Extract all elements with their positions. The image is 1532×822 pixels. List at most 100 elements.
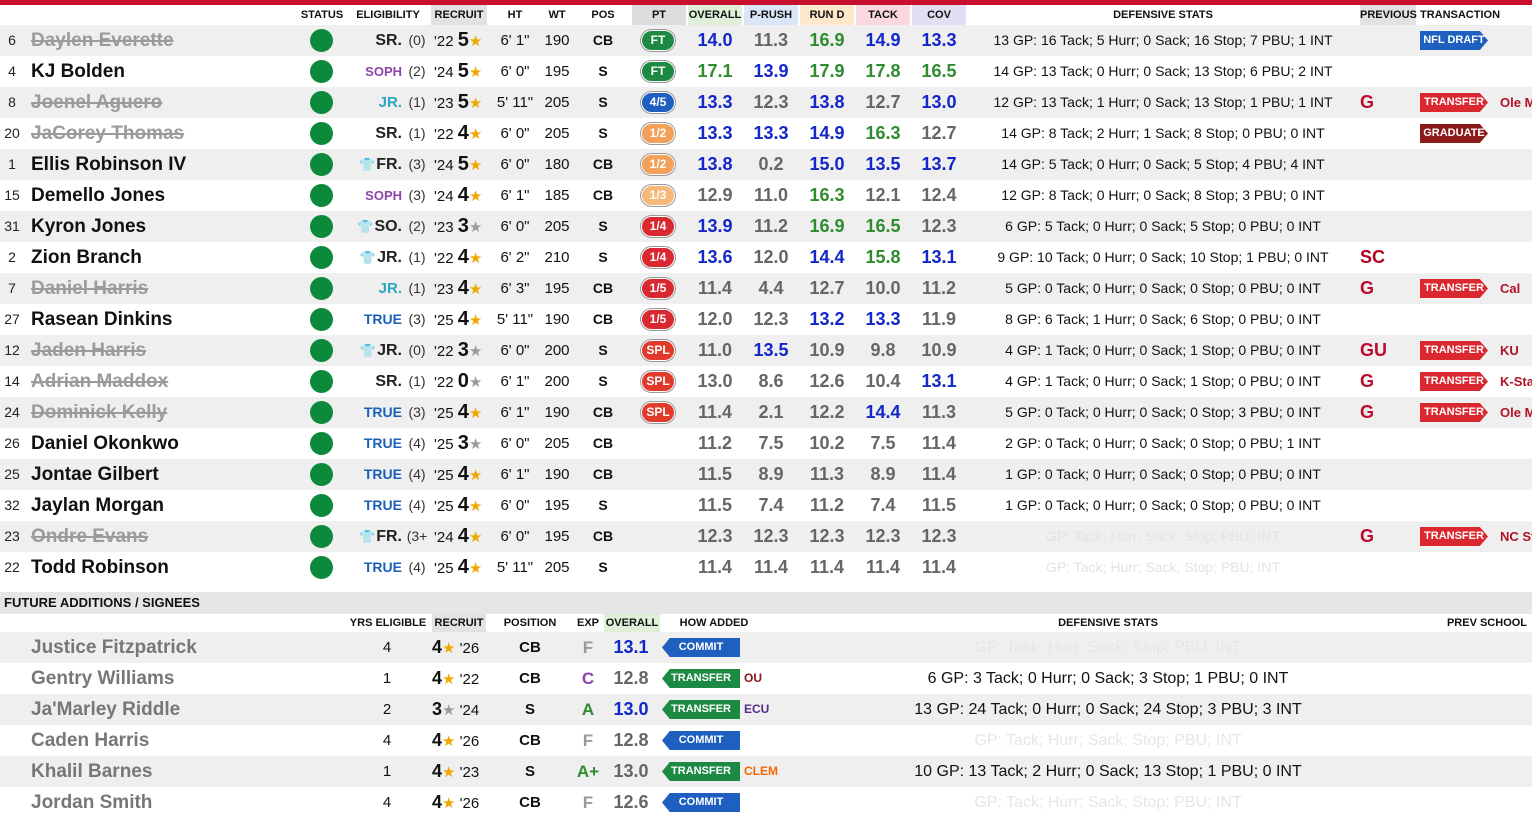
- player-row[interactable]: 25 Jontae Gilbert TRUE (4) '25 4★ 6' 1" 190 CB 1…: [0, 459, 1532, 490]
- player-row[interactable]: 6 Daylen Everette SR. (0) '22 5★ 6' 1" 190 CB FT…: [0, 25, 1532, 56]
- transaction-badge[interactable]: TRANSFER: [1420, 279, 1488, 298]
- eligibility-class: TRUE: [363, 404, 402, 420]
- player-name[interactable]: Todd Robinson: [31, 552, 169, 583]
- player-row[interactable]: 4 KJ Bolden SOPH (2) '24 5★ 6' 0" 195 S FT 17.1 13…: [0, 56, 1532, 87]
- header-how-added[interactable]: HOW ADDED: [662, 614, 766, 632]
- pass-rush-grade: 8.6: [758, 371, 784, 391]
- player-name[interactable]: Daniel Okonkwo: [31, 428, 179, 459]
- player-name[interactable]: Jontae Gilbert: [31, 459, 159, 490]
- player-name[interactable]: Daniel Harris: [31, 273, 148, 304]
- player-row[interactable]: 7 Daniel Harris JR. (1) '23 4★ 6' 3" 195 CB 1/5 1…: [0, 273, 1532, 304]
- player-name[interactable]: Adrian Maddox: [31, 366, 168, 397]
- transaction-badge[interactable]: NFL DRAFT: [1420, 31, 1488, 50]
- future-row[interactable]: Justice Fitzpatrick 4 4★ '26 CB F 13.1 COMMIT G…: [0, 632, 1532, 663]
- player-name[interactable]: KJ Bolden: [31, 56, 125, 87]
- player-row[interactable]: 15 Demello Jones SOPH (3) '24 4★ 6' 1" 185 CB 1/…: [0, 180, 1532, 211]
- player-row[interactable]: 24 Dominick Kelly TRUE (3) '25 4★ 6' 1" 190 CB S…: [0, 397, 1532, 428]
- header-position[interactable]: POSITION: [498, 614, 562, 632]
- header-pos[interactable]: POS: [586, 5, 620, 25]
- future-row[interactable]: Jordan Smith 4 4★ '26 CB F 12.6 COMMIT GP: Tack…: [0, 787, 1532, 818]
- player-row[interactable]: 23 Ondre Evans 👕FR. (3+ '24 4★ 6' 0" 195 CB 12.3…: [0, 521, 1532, 552]
- player-row[interactable]: 22 Todd Robinson TRUE (4) '25 4★ 5' 11" 205 S 11…: [0, 552, 1532, 583]
- future-player-name[interactable]: Ja'Marley Riddle: [31, 694, 180, 725]
- how-added-badge[interactable]: COMMIT: [662, 731, 740, 750]
- player-name[interactable]: JaCorey Thomas: [31, 118, 184, 149]
- transaction-badge[interactable]: TRANSFER: [1420, 403, 1488, 422]
- header-rund[interactable]: RUN D: [800, 5, 854, 25]
- player-row[interactable]: 26 Daniel Okonkwo TRUE (4) '25 3★ 6' 0" 205 CB 1…: [0, 428, 1532, 459]
- jersey-number: 6: [8, 32, 16, 48]
- transaction-badge[interactable]: TRANSFER: [1420, 341, 1488, 360]
- player-row[interactable]: 12 Jaden Harris 👕JR. (0) '22 3★ 6' 0" 200 S SPL 1…: [0, 335, 1532, 366]
- transaction-badge[interactable]: TRANSFER: [1420, 372, 1488, 391]
- player-row[interactable]: 27 Rasean Dinkins TRUE (3) '25 4★ 5' 11" 190 CB…: [0, 304, 1532, 335]
- player-row[interactable]: 8 Joenel Aguero JR. (1) '23 5★ 5' 11" 205 S 4/5 1…: [0, 87, 1532, 118]
- how-added-badge[interactable]: TRANSFER: [662, 762, 740, 781]
- header-overall[interactable]: OVERALL: [688, 5, 742, 25]
- header-recruit[interactable]: RECRUIT: [431, 5, 487, 25]
- header-wt[interactable]: WT: [540, 5, 574, 25]
- header-tack[interactable]: TACK: [856, 5, 910, 25]
- header-prev-school[interactable]: PREV SCHOOL: [1446, 614, 1528, 632]
- playing-time-badge: 1/4: [641, 216, 675, 237]
- player-name[interactable]: Demello Jones: [31, 180, 165, 211]
- future-recruit: 4★ '26: [432, 632, 479, 664]
- player-row[interactable]: 2 Zion Branch 👕JR. (1) '22 4★ 6' 2" 210 S 1/4 13.…: [0, 242, 1532, 273]
- coverage-grade: 13.3: [921, 30, 957, 50]
- pass-rush-grade: 11.2: [753, 216, 789, 236]
- player-name[interactable]: Jaylan Morgan: [31, 490, 164, 521]
- player-name[interactable]: Ondre Evans: [31, 521, 148, 552]
- how-added-badge[interactable]: COMMIT: [662, 793, 740, 812]
- header-transaction[interactable]: TRANSACTION: [1418, 5, 1502, 25]
- header-defensive-stats[interactable]: DEFENSIVE STATS: [968, 5, 1358, 25]
- header-pt[interactable]: PT: [632, 5, 686, 25]
- height: 6' 1": [500, 404, 530, 421]
- player-name[interactable]: Ellis Robinson IV: [31, 149, 186, 180]
- player-name[interactable]: Rasean Dinkins: [31, 304, 173, 335]
- player-row[interactable]: 20 JaCorey Thomas SR. (1) '22 4★ 6' 0" 205 S 1/2…: [0, 118, 1532, 149]
- transaction-badge[interactable]: TRANSFER: [1420, 93, 1488, 112]
- future-player-name[interactable]: Caden Harris: [31, 725, 149, 756]
- player-name[interactable]: Zion Branch: [31, 242, 142, 273]
- future-player-name[interactable]: Gentry Williams: [31, 663, 174, 694]
- header-future-overall[interactable]: OVERALL: [604, 614, 660, 632]
- future-row[interactable]: Gentry Williams 1 4★ '22 CB C 12.8 TRANSFER OU 6…: [0, 663, 1532, 694]
- player-name[interactable]: Jaden Harris: [31, 335, 146, 366]
- player-name[interactable]: Dominick Kelly: [31, 397, 167, 428]
- player-row[interactable]: 31 Kyron Jones 👕SO. (2) '23 3★ 6' 0" 205 S 1/4 13…: [0, 211, 1532, 242]
- player-name[interactable]: Joenel Aguero: [31, 87, 162, 118]
- transaction-badge[interactable]: GRADUATE: [1420, 124, 1488, 143]
- header-prush[interactable]: P-RUSH: [744, 5, 798, 25]
- header-yrs-eligible[interactable]: YRS ELIGIBLE: [346, 614, 430, 632]
- player-row[interactable]: 14 Adrian Maddox SR. (1) '22 0★ 6' 1" 200 S SPL 1…: [0, 366, 1532, 397]
- future-player-name[interactable]: Jordan Smith: [31, 787, 152, 818]
- how-added-badge[interactable]: TRANSFER: [662, 669, 740, 688]
- future-player-name[interactable]: Justice Fitzpatrick: [31, 632, 197, 663]
- future-row[interactable]: Khalil Barnes 1 4★ '23 S A+ 13.0 TRANSFER CLEM 1…: [0, 756, 1532, 787]
- how-added-badge[interactable]: TRANSFER: [662, 700, 740, 719]
- header-future-defensive-stats[interactable]: DEFENSIVE STATS: [772, 614, 1444, 632]
- header-cov[interactable]: COV: [912, 5, 966, 25]
- future-row[interactable]: Ja'Marley Riddle 2 3★ '24 S A 13.0 TRANSFER ECU…: [0, 694, 1532, 725]
- experience-grade: A+: [576, 762, 600, 781]
- header-previous[interactable]: PREVIOUS: [1360, 5, 1417, 25]
- player-row[interactable]: 32 Jaylan Morgan TRUE (4) '25 4★ 6' 0" 195 S 11.…: [0, 490, 1532, 521]
- player-name[interactable]: Daylen Everette: [31, 25, 174, 56]
- future-row[interactable]: Caden Harris 4 4★ '26 CB F 12.8 COMMIT GP: Tack…: [0, 725, 1532, 756]
- future-player-name[interactable]: Khalil Barnes: [31, 756, 152, 787]
- transaction-badge[interactable]: TRANSFER: [1420, 527, 1488, 546]
- header-future-recruit[interactable]: RECRUIT: [432, 614, 486, 632]
- player-name[interactable]: Kyron Jones: [31, 211, 146, 242]
- years-remaining: (4): [408, 559, 426, 575]
- defensive-stats: 14 GP: 8 Tack; 2 Hurr; 1 Sack; 8 Stop; 0…: [1001, 125, 1325, 141]
- player-row[interactable]: 1 Ellis Robinson IV 👕FR. (3) '24 5★ 6' 0" 180 C…: [0, 149, 1532, 180]
- header-exp[interactable]: EXP: [574, 614, 602, 632]
- header-ht[interactable]: HT: [492, 5, 538, 25]
- how-added-badge[interactable]: COMMIT: [662, 638, 740, 657]
- header-status[interactable]: STATUS: [296, 5, 348, 25]
- run-defense-grade: 11.4: [809, 557, 845, 577]
- recruit-year: '24: [434, 188, 454, 205]
- star-icon: ★: [468, 126, 483, 143]
- position: CB: [592, 187, 614, 203]
- header-eligibility[interactable]: ELIGIBILITY: [352, 5, 424, 25]
